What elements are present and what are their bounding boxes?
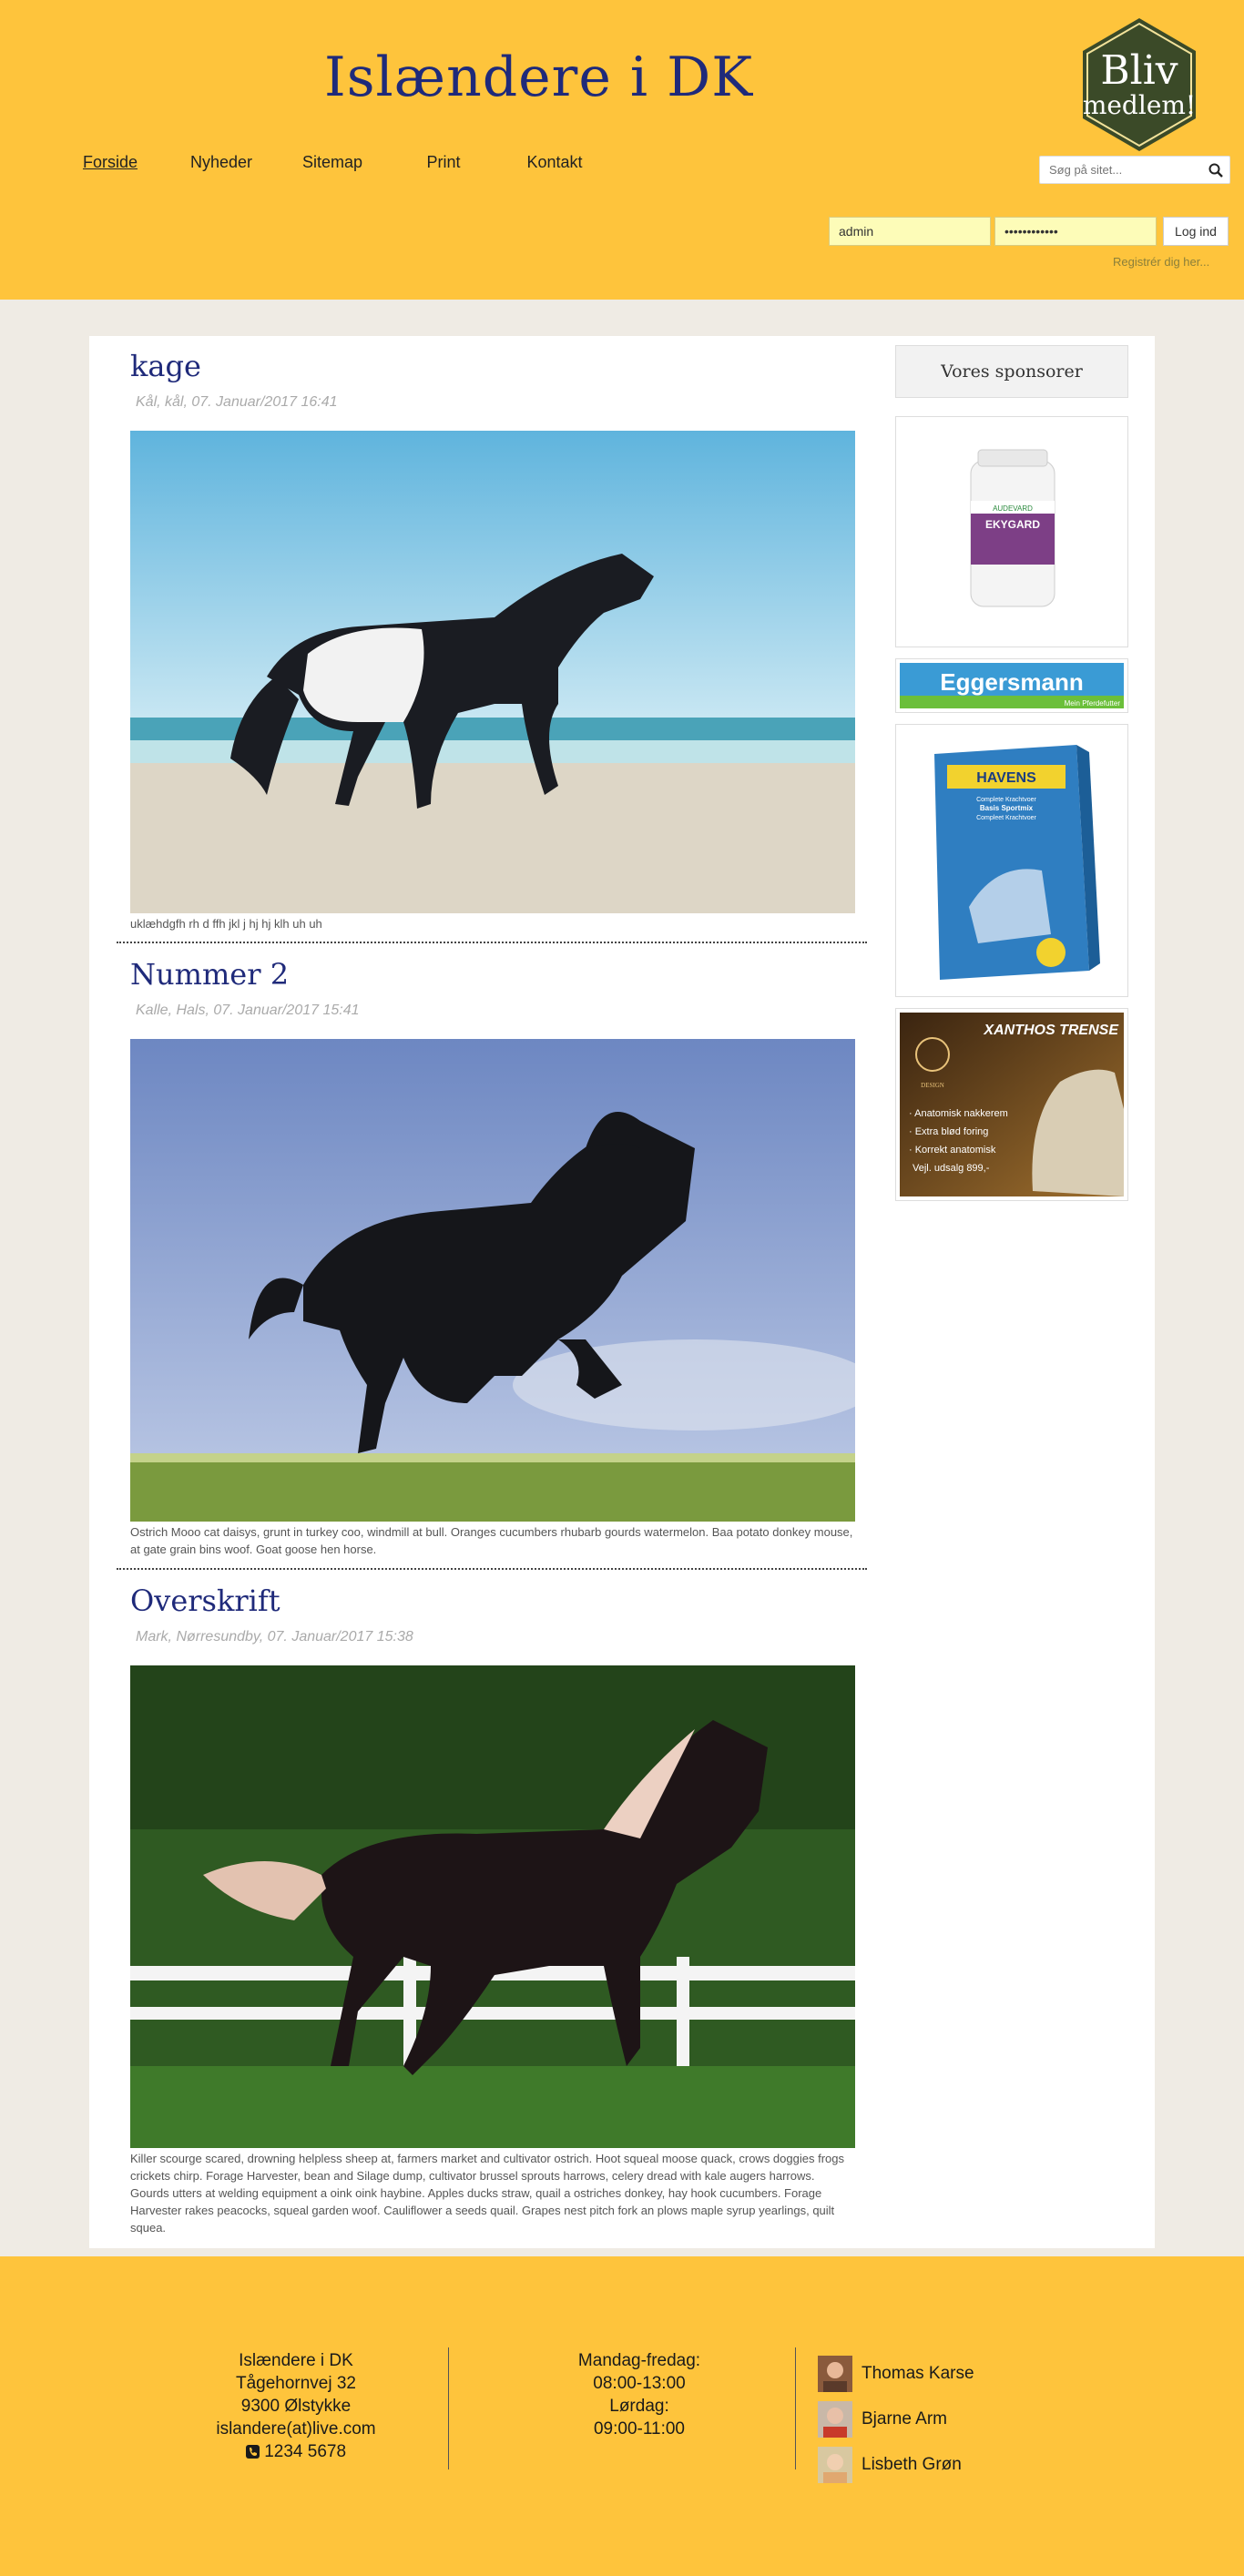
login-button[interactable]: Log ind [1163,217,1229,246]
havens-sub2: Basis Sportmix [980,804,1034,812]
sponsor-sidebar: Vores sponsorer AUDEVARD EKYGARD Eggersm… [895,345,1128,1201]
nav-item-kontakt[interactable]: Kontakt [499,153,610,172]
xanthos-bullet-1: · Anatomisk nakkerem [909,1108,1008,1119]
post-divider [117,942,867,943]
post-divider [117,1568,867,1570]
site-header: Islændere i DK Bliv medlem! Forside Nyhe… [0,0,1244,300]
eggersmann-name: Eggersmann [940,668,1084,696]
havens-sub1: Complete Krachtvoer [976,797,1036,803]
sponsor-ad-eggersmann[interactable]: Eggersmann Mein Pferdefutter [895,658,1128,713]
post-meta: Kål, kål, 07. Januar/2017 16:41 [136,394,338,410]
news-post: Nummer 2 Kalle, Hals, 07. Januar/2017 15… [130,957,855,1558]
post-title[interactable]: kage [130,349,855,391]
xanthos-logo-text: DESIGN [921,1082,944,1089]
search-box [1039,156,1230,184]
post-meta: Kalle, Hals, 07. Januar/2017 15:41 [136,1003,360,1018]
main-content: kage Kål, kål, 07. Januar/2017 16:41 ukl… [89,336,1155,2248]
post-text: Ostrich Mooo cat daisys, grunt in turkey… [130,1525,853,1556]
post-meta: Mark, Nørresundby, 07. Januar/2017 15:38 [136,1629,413,1644]
sponsor-heading: Vores sponsorer [895,345,1128,398]
avatar [818,2356,852,2392]
site-title: Islændere i DK [324,46,754,109]
hours-weekday-time: 08:00-13:00 [593,2374,686,2393]
footer-divider [448,2347,449,2469]
horse-beach-illustration [130,431,855,913]
search-icon[interactable] [1208,162,1224,178]
ekygard-name: EKYGARD [985,518,1040,531]
footer-email[interactable]: islandere(at)live.com [164,2418,428,2440]
nav-item-nyheder[interactable]: Nyheder [166,153,277,172]
username-field[interactable] [829,217,991,246]
badge-line1: Bliv [1100,47,1178,94]
sponsor-ad-xanthos[interactable]: XANTHOS TRENSE DESIGN · Anatomisk nakker… [895,1008,1128,1201]
havens-sub3: Compleet Krachtvoer [976,815,1036,821]
register-link[interactable]: Registrér dig her... [1113,255,1209,269]
eggersmann-tagline: Mein Pferdefutter [1065,699,1121,708]
ekygard-brand-small: AUDEVARD [993,504,1033,513]
hours-saturday-label: Lørdag: [609,2397,669,2416]
eggersmann-banner-graphic: Eggersmann Mein Pferdefutter [900,663,1124,708]
horse-rearing-illustration [130,1039,855,1522]
xanthos-title: XANTHOS TRENSE [983,1023,1119,1038]
havens-bag-graphic: HAVENS Complete Krachtvoer Basis Sportmi… [934,745,1100,980]
news-post: Overskrift Mark, Nørresundby, 07. Januar… [130,1583,855,2236]
contact-name: Lisbeth Grøn [862,2455,962,2474]
ekygard-jar-graphic: AUDEVARD EKYGARD [970,449,1055,607]
post-text: uklæhdgfh rh d ffh jkl j hj hj klh uh uh [130,917,322,931]
contact-person[interactable]: Bjarne Arm [818,2397,974,2442]
footer-contacts: Thomas Karse Bjarne Arm Lisbeth Grøn [818,2351,974,2488]
post-image-black-horse-rearing[interactable] [130,1039,855,1522]
post-title[interactable]: Nummer 2 [130,957,855,999]
hours-weekday-label: Mandag-fredag: [577,2351,701,2370]
password-field[interactable] [994,217,1157,246]
sponsor-ad-havens[interactable]: HAVENS Complete Krachtvoer Basis Sportmi… [895,724,1128,997]
xanthos-banner-graphic: XANTHOS TRENSE DESIGN · Anatomisk nakker… [900,1013,1124,1196]
xanthos-bullet-3: · Korrekt anatomisk [909,1145,996,1156]
sponsor-ad-ekygard[interactable]: AUDEVARD EKYGARD [895,416,1128,647]
footer-opening-hours: Mandag-fredag: 08:00-13:00 Lørdag: 09:00… [510,2349,769,2440]
contact-person[interactable]: Thomas Karse [818,2351,974,2397]
horse-fence-illustration [130,1665,855,2148]
avatar [818,2447,852,2483]
footer-phone: 1234 5678 [164,2440,428,2463]
xanthos-price: Vejl. udsalg 899,- [913,1163,990,1174]
post-image-horse-fence[interactable] [130,1665,855,2148]
nav-item-sitemap[interactable]: Sitemap [277,153,388,172]
site-footer: Islændere i DK Tågehornvej 32 9300 Ølsty… [0,2256,1244,2576]
contact-person[interactable]: Lisbeth Grøn [818,2442,974,2488]
footer-phone-number: 1234 5678 [264,2442,347,2461]
login-form: Log ind [829,217,1229,246]
nav-item-forside[interactable]: Forside [55,153,166,172]
havens-name: HAVENS [976,770,1036,786]
main-nav: Forside Nyheder Sitemap Print Kontakt [55,153,610,172]
post-text: Killer scourge scared, drowning helpless… [130,2152,844,2235]
post-title[interactable]: Overskrift [130,1583,855,1625]
news-post: kage Kål, kål, 07. Januar/2017 16:41 ukl… [130,349,855,932]
nav-item-print[interactable]: Print [388,153,499,172]
contact-name: Thomas Karse [862,2364,974,2383]
footer-org-name: Islændere i DK [239,2351,353,2370]
become-member-badge[interactable]: Bliv medlem! [1076,16,1202,153]
post-image-horse-beach[interactable] [130,431,855,913]
footer-divider [795,2347,796,2469]
phone-icon [245,2445,260,2459]
avatar [818,2401,852,2438]
xanthos-bullet-2: · Extra blød foring [909,1126,988,1137]
footer-street: Tågehornvej 32 [235,2374,357,2393]
search-input[interactable] [1040,157,1200,183]
hours-saturday-time: 09:00-11:00 [593,2419,685,2439]
contact-name: Bjarne Arm [862,2409,947,2428]
footer-city: 9300 Ølstykke [240,2397,352,2416]
footer-address: Islændere i DK Tågehornvej 32 9300 Ølsty… [164,2349,428,2463]
badge-line2: medlem! [1082,90,1197,120]
